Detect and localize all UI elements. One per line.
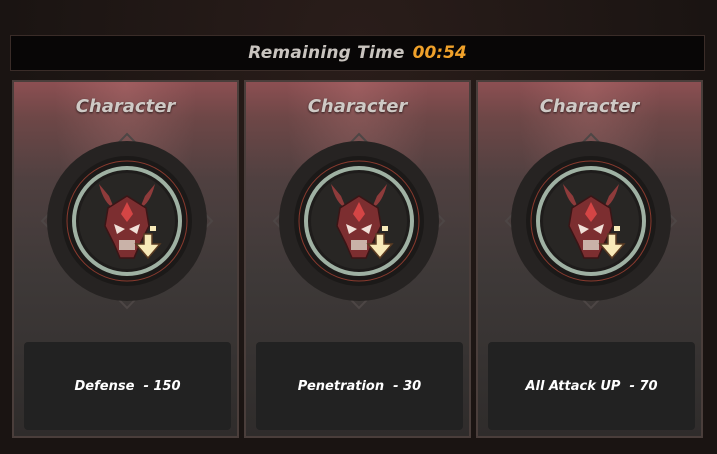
stat-text: Defense - 150	[74, 378, 181, 394]
card-title: Character	[307, 96, 408, 117]
demon-helmet-down-arrow-icon	[266, 126, 453, 316]
stat-text: Penetration - 30	[297, 378, 422, 394]
stat-box: Defense - 150	[24, 342, 231, 430]
stat-box: Penetration - 30	[256, 342, 463, 430]
card-penetration[interactable]: Character Penetration - 30	[244, 80, 471, 438]
remaining-time-bar: Remaining Time 00:54	[10, 35, 705, 71]
demon-helmet-down-arrow-icon	[498, 126, 685, 316]
card-defense[interactable]: Character Defense - 150	[12, 80, 239, 438]
card-all-attack-up[interactable]: Character All Attack UP - 70	[476, 80, 703, 438]
stat-box: All Attack UP - 70	[488, 342, 695, 430]
card-title: Character	[75, 96, 176, 117]
stat-text: All Attack UP - 70	[525, 378, 658, 394]
remaining-time-value: 00:54	[412, 43, 467, 63]
card-title: Character	[539, 96, 640, 117]
remaining-time-label: Remaining Time	[248, 43, 405, 63]
demon-helmet-down-arrow-icon	[34, 126, 221, 316]
